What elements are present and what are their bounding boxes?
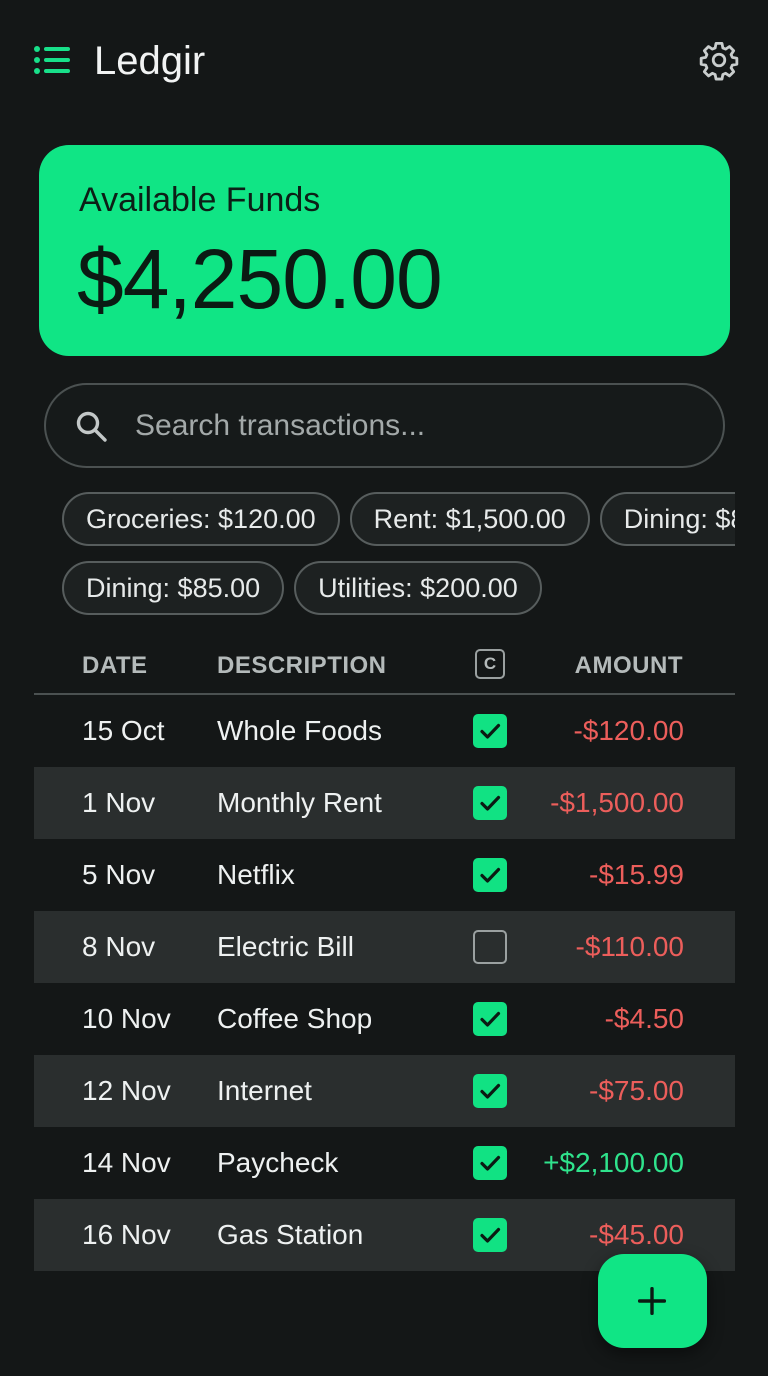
row-amount: -$45.00 (589, 1219, 684, 1250)
app-screen: Ledgir Available Funds $4,250.00 Groceri… (0, 0, 768, 1376)
row-date: 10 Nov (82, 1003, 171, 1034)
row-amount: -$4.50 (604, 1003, 684, 1034)
search-input[interactable] (135, 403, 695, 449)
row-description: Monthly Rent (217, 787, 382, 818)
check-icon (480, 795, 501, 811)
check-icon (480, 1155, 501, 1171)
row-description: Internet (217, 1075, 312, 1106)
cleared-checkbox[interactable] (473, 1074, 507, 1108)
row-date: 16 Nov (82, 1219, 171, 1250)
row-amount: -$15.99 (589, 859, 684, 890)
cleared-checkbox[interactable] (473, 1218, 507, 1252)
table-row[interactable]: 5 Nov Netflix -$15.99 (34, 839, 735, 911)
column-header-cleared[interactable]: C (475, 649, 505, 679)
cleared-checkbox[interactable] (473, 858, 507, 892)
cleared-checkbox[interactable] (473, 930, 507, 964)
category-chips-row-2: Dining: $85.00 Utilities: $200.00 (62, 561, 735, 617)
balance-card: Available Funds $4,250.00 (39, 145, 730, 356)
category-chip[interactable]: Dining: $85.00 (62, 561, 285, 615)
row-amount: +$2,100.00 (543, 1147, 684, 1178)
cleared-checkbox[interactable] (473, 1002, 507, 1036)
category-chip[interactable]: Utilities: $200.00 (294, 561, 542, 615)
check-icon (480, 1227, 501, 1243)
app-header: Ledgir (0, 0, 768, 120)
cleared-checkbox[interactable] (473, 786, 507, 820)
row-description: Paycheck (217, 1147, 339, 1178)
row-date: 15 Oct (82, 715, 165, 746)
row-amount: -$75.00 (589, 1075, 684, 1106)
search-icon (76, 411, 107, 442)
table-row[interactable]: 10 Nov Coffee Shop -$4.50 (34, 983, 735, 1055)
row-amount: -$110.00 (575, 931, 684, 962)
settings-button[interactable] (698, 39, 740, 81)
row-description: Gas Station (217, 1219, 364, 1250)
table-row[interactable]: 12 Nov Internet -$75.00 (34, 1055, 735, 1127)
check-icon (480, 867, 501, 883)
category-chip[interactable]: Rent: $1,500.00 (349, 492, 590, 546)
row-description: Netflix (217, 859, 295, 890)
add-transaction-button[interactable] (598, 1254, 707, 1348)
category-chip[interactable]: Groceries: $120.00 (62, 492, 340, 546)
list-icon (34, 46, 70, 74)
check-icon (480, 1011, 501, 1027)
column-header-amount[interactable]: AMOUNT (575, 652, 683, 680)
app-title: Ledgir (94, 39, 206, 83)
row-description: Electric Bill (217, 931, 354, 962)
category-chips-row-1: Groceries: $120.00 Rent: $1,500.00 Dining:… (62, 492, 735, 548)
row-amount: -$1,500.00 (550, 787, 684, 818)
table-body: 15 Oct Whole Foods -$120.00 1 Nov Monthl… (34, 695, 735, 1271)
row-date: 8 Nov (82, 931, 156, 962)
column-header-description[interactable]: DESCRIPTION (217, 652, 387, 680)
check-icon (480, 1083, 501, 1099)
plus-icon (638, 1287, 666, 1315)
transactions-table: DATE DESCRIPTION C AMOUNT 15 Oct Whole F… (34, 636, 735, 1271)
row-description: Whole Foods (217, 715, 382, 746)
search-bar[interactable] (44, 383, 725, 468)
row-date: 14 Nov (82, 1147, 171, 1178)
row-amount: -$120.00 (573, 715, 684, 746)
column-header-date[interactable]: DATE (82, 652, 148, 680)
table-row[interactable]: 15 Oct Whole Foods -$120.00 (34, 695, 735, 767)
menu-button[interactable] (30, 42, 74, 78)
row-description: Coffee Shop (217, 1003, 373, 1034)
table-header: DATE DESCRIPTION C AMOUNT (34, 636, 735, 695)
row-date: 12 Nov (82, 1075, 171, 1106)
table-row[interactable]: 8 Nov Electric Bill -$110.00 (34, 911, 735, 983)
table-row[interactable]: 1 Nov Monthly Rent -$1,500.00 (34, 767, 735, 839)
balance-label: Available Funds (79, 181, 321, 219)
row-date: 5 Nov (82, 859, 156, 890)
cleared-checkbox[interactable] (473, 714, 507, 748)
balance-amount: $4,250.00 (77, 232, 443, 326)
cleared-checkbox[interactable] (473, 1146, 507, 1180)
check-icon (480, 723, 501, 739)
gear-icon (699, 41, 739, 81)
row-date: 1 Nov (82, 787, 156, 818)
category-chip[interactable]: Dining: $85.00 (599, 492, 735, 546)
table-row[interactable]: 14 Nov Paycheck +$2,100.00 (34, 1127, 735, 1199)
